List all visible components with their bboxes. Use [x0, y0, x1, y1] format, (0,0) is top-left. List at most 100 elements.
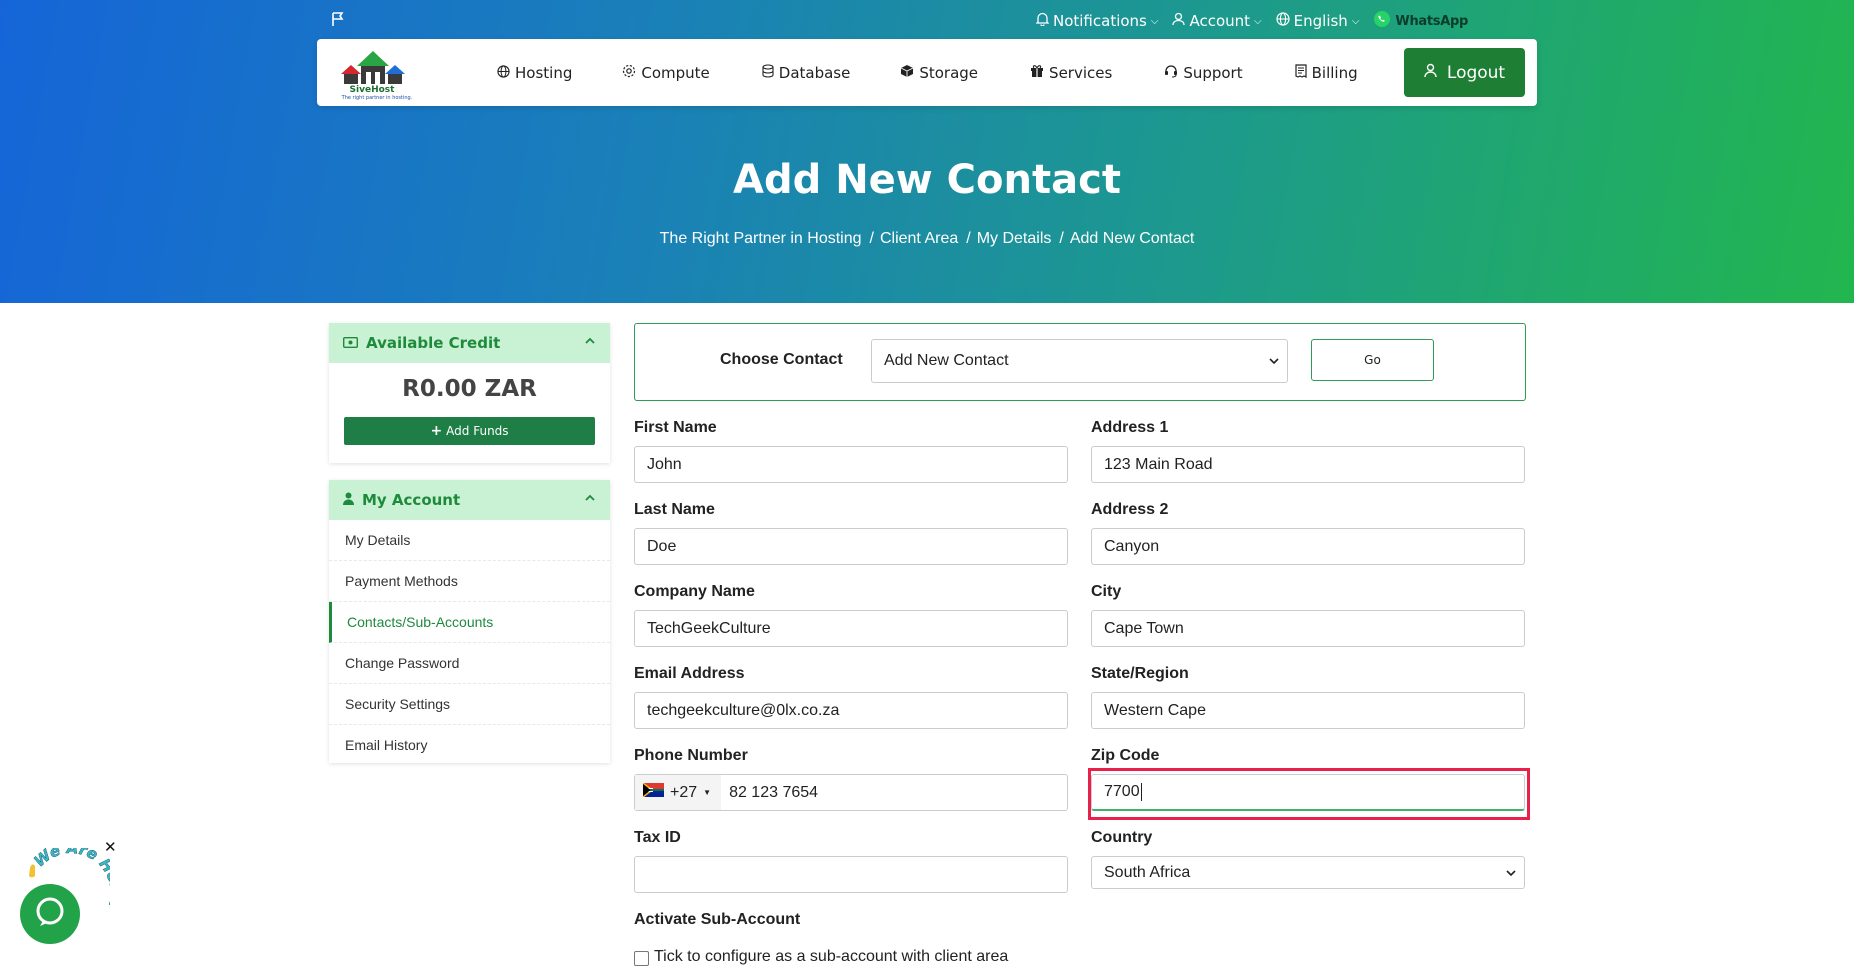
address1-input[interactable]: 123 Main Road: [1091, 446, 1525, 483]
address2-value: Canyon: [1104, 537, 1160, 555]
nav-services-label: Services: [1049, 63, 1113, 82]
logout-button[interactable]: Logout: [1404, 48, 1525, 97]
sidebar-item-email-history[interactable]: Email History: [329, 725, 610, 765]
sub-account-checkbox[interactable]: [634, 951, 649, 966]
language-menu[interactable]: English ⌵: [1276, 12, 1360, 30]
chat-launcher-button[interactable]: [20, 884, 80, 944]
nav-database[interactable]: Database: [762, 63, 850, 82]
company-name-input[interactable]: TechGeekCulture: [634, 610, 1068, 647]
chevron-up-icon[interactable]: [584, 333, 596, 351]
city-value: Cape Town: [1104, 619, 1184, 637]
nav-support-label: Support: [1183, 63, 1243, 82]
nav-billing[interactable]: Billing: [1295, 64, 1358, 82]
phone-input[interactable]: +27 ▼ 82 123 7654: [634, 774, 1068, 811]
breadcrumb-item-client-area[interactable]: Client Area: [880, 230, 958, 247]
breadcrumb-item-my-details[interactable]: My Details: [977, 230, 1052, 247]
user-icon: [343, 491, 354, 509]
language-label: English: [1293, 12, 1348, 30]
country-select[interactable]: South Africa: [1091, 856, 1525, 889]
nav-hosting-label: Hosting: [515, 63, 573, 82]
hero-banner: Notifications ⌵ Account ⌵ English ⌵ What…: [0, 0, 1854, 303]
address2-input[interactable]: Canyon: [1091, 528, 1525, 565]
user-icon: [1172, 12, 1186, 30]
credit-panel: Available Credit R0.00 ZAR + Add Funds: [329, 323, 610, 463]
globe-icon: [497, 64, 510, 82]
nav-storage-label: Storage: [919, 63, 979, 82]
my-account-panel: My Account My Details Payment Methods Co…: [329, 480, 610, 763]
whatsapp-icon: [1373, 10, 1391, 32]
state-label: State/Region: [1091, 665, 1189, 682]
city-label: City: [1091, 583, 1122, 600]
nav-compute-label: Compute: [641, 63, 710, 82]
state-input[interactable]: Western Cape: [1091, 692, 1525, 729]
state-value: Western Cape: [1104, 701, 1206, 719]
headset-icon: [1164, 64, 1178, 82]
sidebar-item-change-password[interactable]: Change Password: [329, 643, 610, 684]
activate-sub-account-label: Activate Sub-Account: [634, 911, 801, 928]
nav-hosting[interactable]: Hosting: [497, 64, 572, 82]
credit-panel-title: Available Credit: [366, 334, 501, 352]
breadcrumb-item-home[interactable]: The Right Partner in Hosting: [660, 230, 862, 247]
logo-tagline: The right partner in hosting.: [341, 95, 413, 101]
notifications-menu[interactable]: Notifications ⌵: [1035, 12, 1158, 30]
database-icon: [762, 63, 774, 82]
add-funds-button[interactable]: + Add Funds: [344, 417, 595, 445]
sub-account-checkbox-label[interactable]: Tick to configure as a sub-account with …: [654, 948, 1008, 966]
box-icon: [900, 64, 914, 82]
money-icon: [342, 334, 359, 352]
credit-panel-header[interactable]: Available Credit: [329, 323, 610, 363]
first-name-input[interactable]: John: [634, 446, 1068, 483]
main-navbar: SiveHost The right partner in hosting. H…: [317, 39, 1537, 106]
phone-label: Phone Number: [634, 747, 748, 764]
chevron-down-icon: [1506, 866, 1516, 880]
last-name-input[interactable]: Doe: [634, 528, 1068, 565]
flag-icon[interactable]: [330, 11, 346, 31]
email-label: Email Address: [634, 665, 745, 682]
tax-id-label: Tax ID: [634, 829, 681, 846]
sivehost-logo[interactable]: SiveHost The right partner in hosting.: [335, 44, 425, 102]
my-account-panel-title: My Account: [362, 491, 461, 509]
waving-hand-icon: [29, 864, 35, 878]
sidebar-item-contacts[interactable]: Contacts/Sub-Accounts: [329, 602, 610, 643]
last-name-value: Doe: [647, 537, 677, 555]
last-name-label: Last Name: [634, 501, 715, 518]
company-name-value: TechGeekCulture: [647, 619, 771, 637]
zip-value: 7700: [1104, 783, 1140, 800]
sidebar-item-payment-methods[interactable]: Payment Methods: [329, 561, 610, 602]
nav-services[interactable]: Services: [1030, 64, 1112, 82]
tax-id-input[interactable]: [634, 856, 1068, 893]
top-utility-bar: Notifications ⌵ Account ⌵ English ⌵ What…: [1035, 10, 1468, 32]
nav-storage[interactable]: Storage: [900, 64, 978, 82]
sidebar-item-my-details[interactable]: My Details: [329, 520, 610, 561]
plus-icon: +: [430, 423, 443, 439]
breadcrumb-separator: /: [869, 230, 874, 247]
choose-contact-select[interactable]: Add New Contact: [871, 339, 1288, 383]
email-input[interactable]: techgeekculture@0lx.co.za: [634, 692, 1068, 729]
chevron-down-icon: ⌵: [1351, 15, 1360, 27]
account-menu[interactable]: Account ⌵: [1172, 12, 1262, 30]
country-code-selector[interactable]: +27 ▼: [635, 775, 722, 810]
globe-icon: [1276, 12, 1290, 30]
caret-down-icon: ▼: [703, 788, 712, 797]
phone-value: 82 123 7654: [729, 783, 819, 801]
my-account-panel-header[interactable]: My Account: [329, 480, 610, 520]
country-code: +27: [670, 783, 698, 801]
add-funds-label: Add Funds: [446, 424, 509, 438]
city-input[interactable]: Cape Town: [1091, 610, 1525, 647]
address2-label: Address 2: [1091, 501, 1169, 518]
nav-compute[interactable]: Compute: [622, 63, 710, 82]
choose-contact-value: Add New Contact: [884, 352, 1009, 369]
country-value: South Africa: [1104, 863, 1191, 881]
nav-support[interactable]: Support: [1164, 63, 1243, 82]
choose-contact-label: Choose Contact: [720, 351, 843, 368]
address1-label: Address 1: [1091, 419, 1169, 436]
whatsapp-link[interactable]: WhatsApp: [1373, 10, 1468, 32]
zip-label: Zip Code: [1091, 747, 1160, 764]
zip-input[interactable]: 7700: [1091, 774, 1525, 811]
sidebar-item-security-settings[interactable]: Security Settings: [329, 684, 610, 725]
text-cursor: [1140, 783, 1142, 801]
breadcrumb-item-current: Add New Contact: [1069, 230, 1195, 247]
chevron-up-icon[interactable]: [584, 490, 596, 508]
credit-balance: R0.00 ZAR: [402, 376, 537, 402]
go-button[interactable]: Go: [1311, 339, 1434, 381]
